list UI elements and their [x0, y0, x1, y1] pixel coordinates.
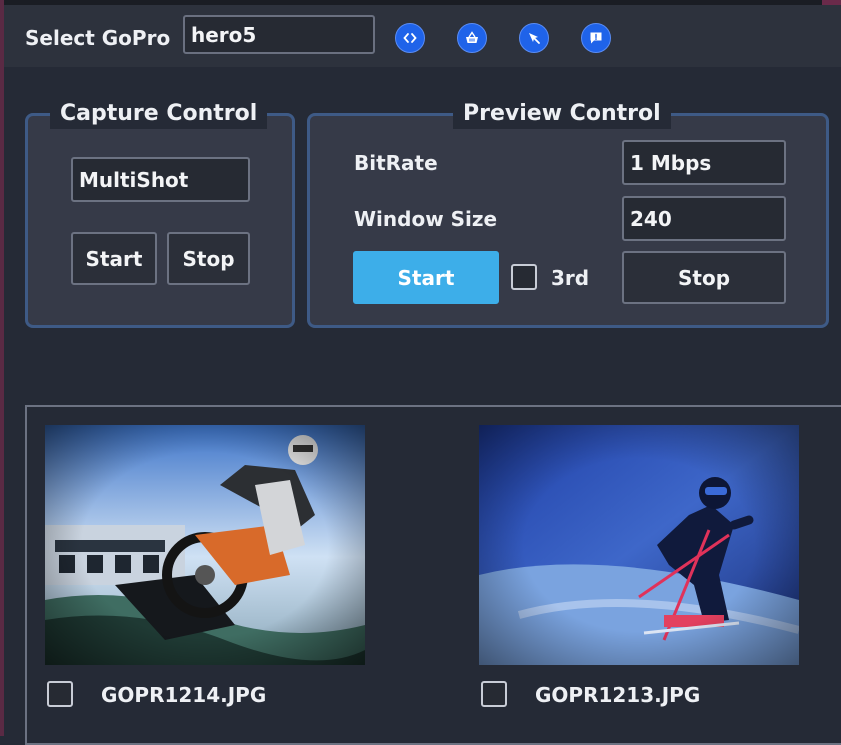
basket-icon — [466, 31, 478, 43]
gopr1214-filename: GOPR1214.JPG — [101, 683, 267, 707]
preview-stop-button[interactable]: Stop — [622, 251, 786, 304]
message-button[interactable] — [581, 23, 611, 53]
media-gallery: GOPR1214.JPG GOPR1213.JPG — [25, 405, 841, 745]
gopro-select-input[interactable] — [183, 15, 375, 54]
capture-mode-select[interactable]: MultiShot — [71, 157, 250, 202]
window-size-label: Window Size — [354, 207, 498, 231]
thumbnail-skier[interactable] — [479, 425, 799, 665]
code-icon — [403, 33, 417, 43]
thumbnail-motocross[interactable] — [45, 425, 365, 665]
third-checkbox-label: 3rd — [551, 266, 590, 290]
window-size-input[interactable]: 240 — [622, 196, 786, 241]
preview-control-title: Preview Control — [453, 99, 671, 129]
gopr1213-filename: GOPR1213.JPG — [535, 683, 701, 707]
preview-start-button[interactable]: Start — [353, 251, 499, 304]
cursor-icon — [529, 33, 540, 44]
motocross-photo — [45, 425, 365, 665]
code-button[interactable] — [395, 23, 425, 53]
toolbar: Select GoPro — [4, 5, 841, 67]
desktop-background-edge — [0, 0, 4, 736]
skier-photo — [479, 425, 799, 665]
cursor-button[interactable] — [519, 23, 549, 53]
message-icon — [590, 32, 602, 44]
select-gopro-label: Select GoPro — [25, 26, 171, 50]
third-checkbox[interactable] — [511, 264, 537, 290]
capture-stop-button[interactable]: Stop — [167, 232, 250, 285]
gopr1214-checkbox[interactable] — [47, 681, 73, 707]
basket-button[interactable] — [457, 23, 487, 53]
capture-control-title: Capture Control — [50, 99, 268, 129]
preview-control-group: Preview Control BitRate 1 Mbps Window Si… — [307, 99, 829, 328]
capture-start-button[interactable]: Start — [71, 232, 157, 285]
bitrate-label: BitRate — [354, 151, 438, 175]
gopr1213-checkbox[interactable] — [481, 681, 507, 707]
capture-control-group: Capture Control MultiShot Start Stop — [25, 99, 295, 328]
bitrate-select[interactable]: 1 Mbps — [622, 140, 786, 185]
